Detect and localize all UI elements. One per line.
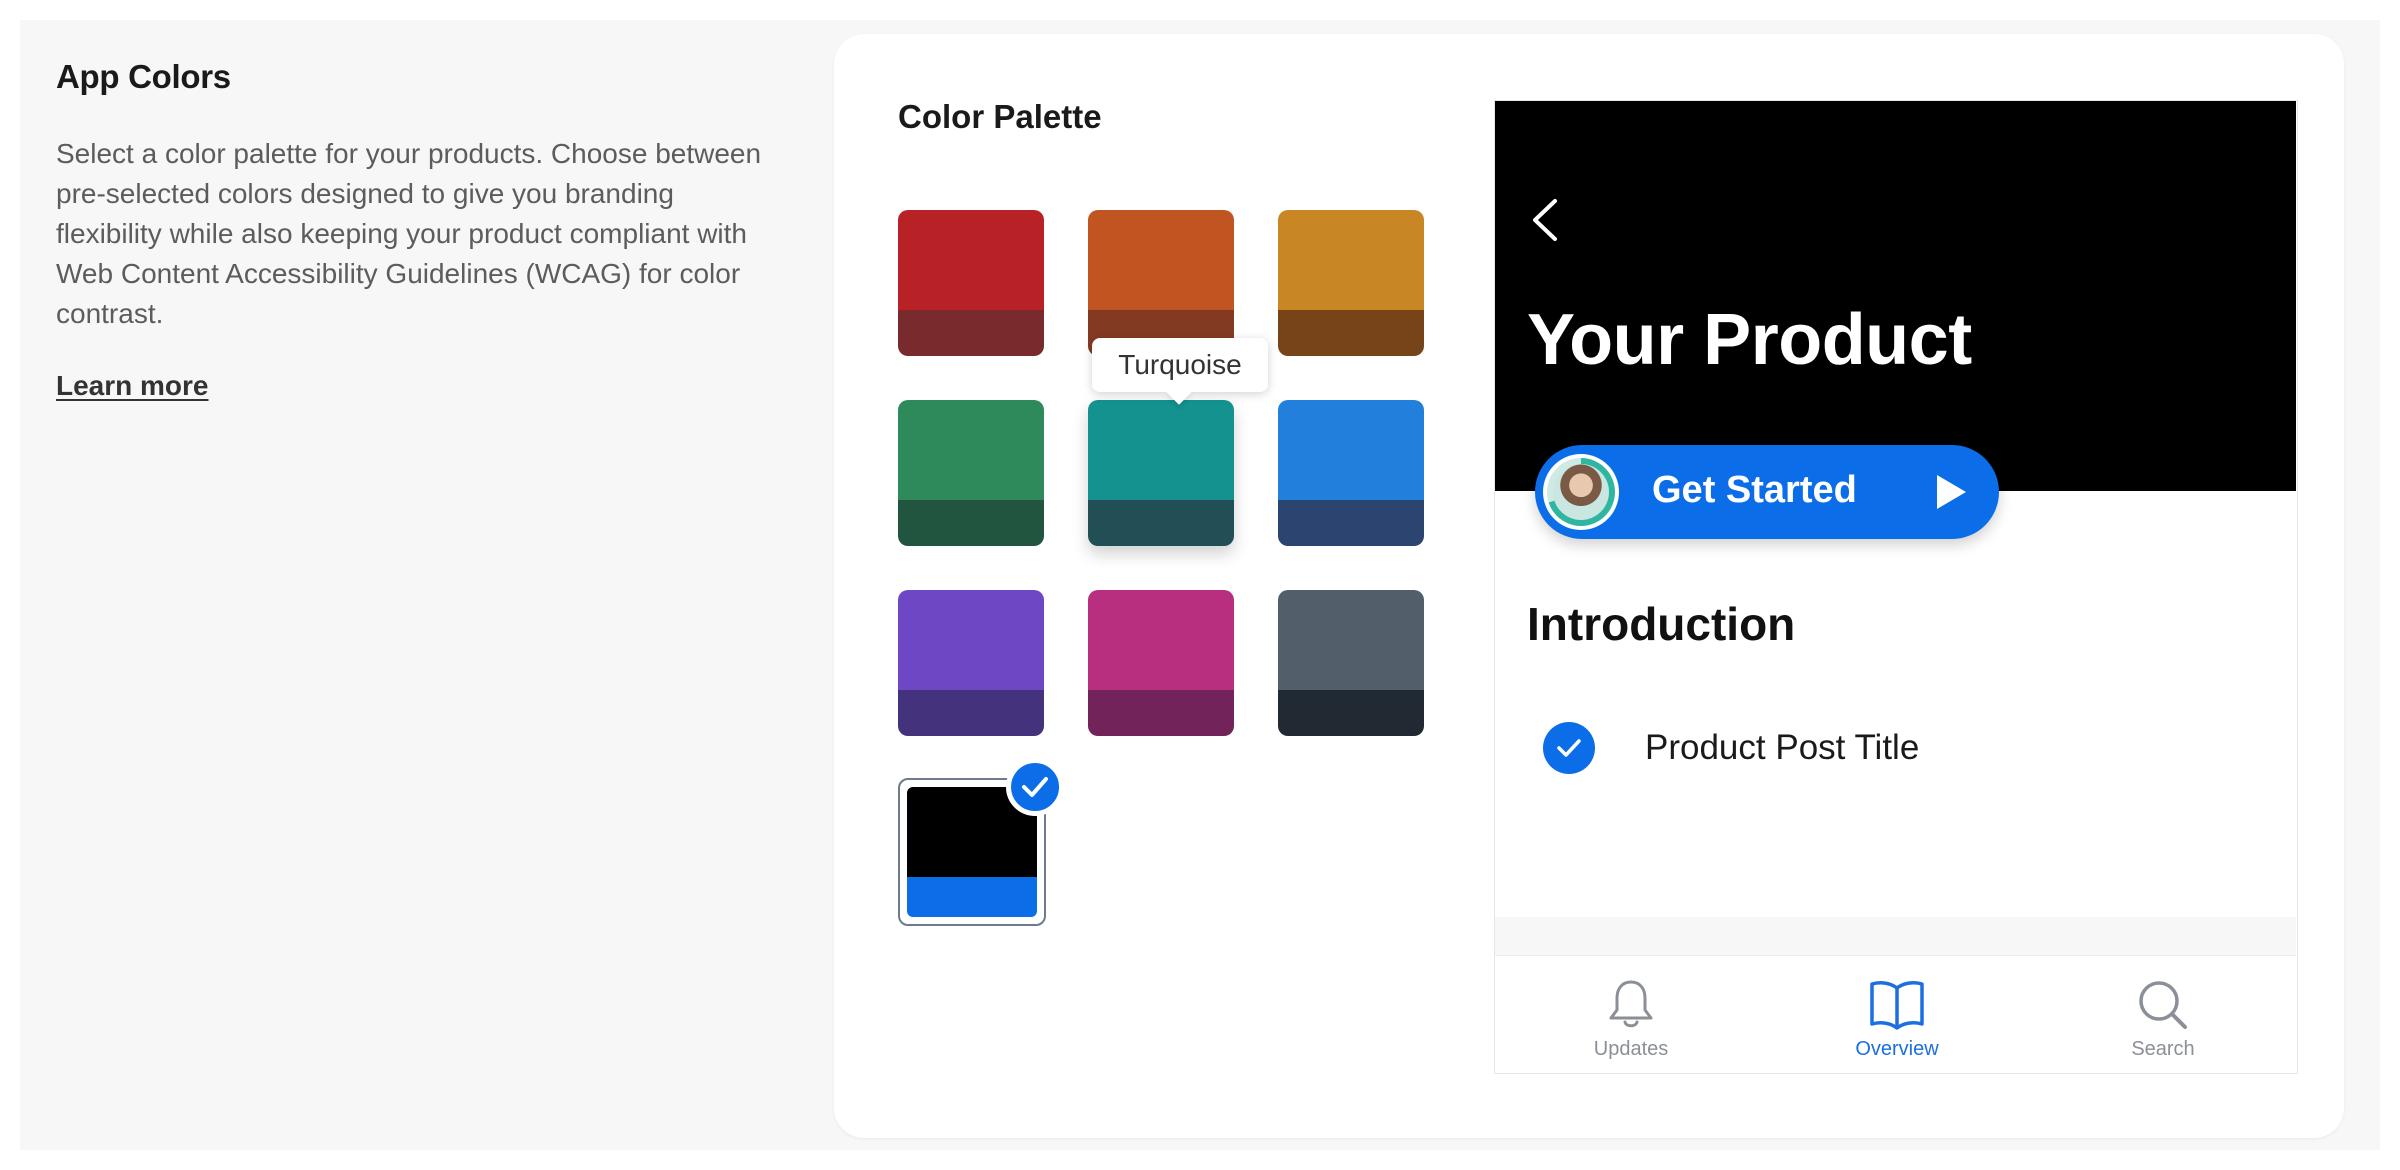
app-preview: Your Product Get Started Introduction Pr… [1494,100,2298,1074]
swatch-blue[interactable] [1278,400,1424,546]
tab-updates-label: Updates [1593,1038,1669,1060]
tab-search-label: Search [2131,1038,2195,1060]
tab-overview[interactable]: Overview [1817,978,1977,1061]
back-chevron-icon[interactable] [1525,195,1565,245]
swatch-slate[interactable] [1278,590,1424,736]
swatch-black-blue-selected[interactable] [898,758,1064,926]
selected-check-icon [1006,758,1064,816]
swatch-turquoise[interactable] [1088,400,1234,546]
swatch-green[interactable] [898,400,1044,546]
play-icon [1937,475,1966,509]
preview-hero: Your Product [1495,101,2296,491]
settings-title: App Colors [56,58,231,95]
tabbar-divider [1495,917,2296,955]
completed-check-icon [1543,722,1595,774]
bell-icon [1609,980,1653,1028]
preview-post-title: Product Post Title [1645,728,1920,767]
get-started-label: Get Started [1652,469,1857,511]
avatar [1543,454,1619,530]
palette-title: Color Palette [898,98,1102,135]
app-colors-settings: App Colors Select a color palette for yo… [20,20,2380,1150]
swatch-purple[interactable] [898,590,1044,736]
settings-info: App Colors Select a color palette for yo… [56,58,776,402]
settings-description: Select a color palette for your products… [56,138,762,329]
palette-card: Color Palette Turquoise Your Product Get… [834,34,2344,1138]
search-icon [2139,981,2187,1029]
preview-hero-title: Your Product [1527,300,1972,380]
swatch-red[interactable] [898,210,1044,356]
tab-overview-label: Overview [1855,1038,1939,1060]
get-started-button[interactable]: Get Started [1535,445,1999,539]
swatch-amber[interactable] [1278,210,1424,356]
learn-more-link[interactable]: Learn more [56,370,209,402]
swatch-tooltip: Turquoise [1092,338,1268,392]
tab-updates[interactable]: Updates [1551,978,1711,1061]
swatch-magenta[interactable] [1088,590,1234,736]
preview-tabbar: Updates Overview Search [1495,955,2296,1073]
book-icon [1870,981,1924,1030]
preview-section-title: Introduction [1527,598,1796,650]
swatch-orange[interactable] [1088,210,1234,356]
tab-search[interactable]: Search [2083,978,2243,1061]
preview-post-item[interactable]: Product Post Title [1543,721,1919,775]
